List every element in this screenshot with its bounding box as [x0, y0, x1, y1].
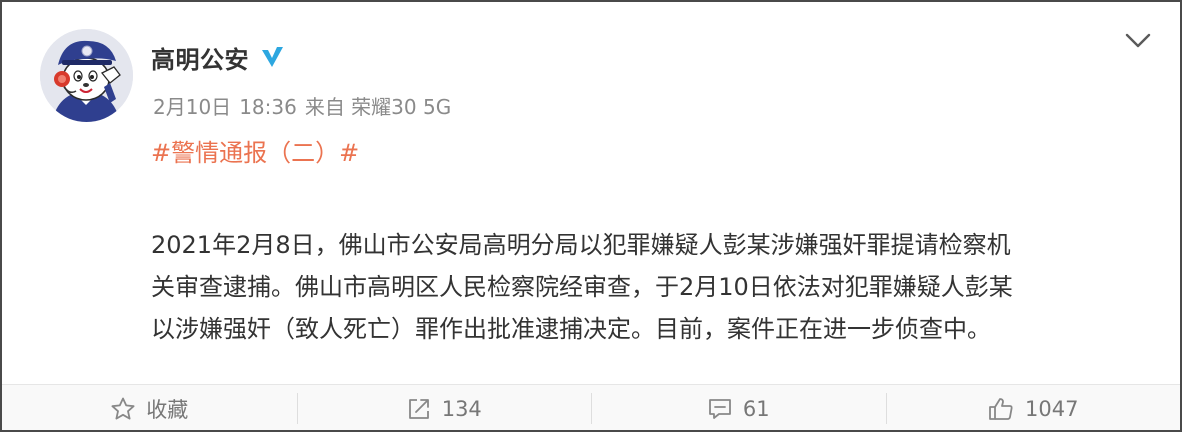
thumbs-up-icon [989, 397, 1013, 420]
comment-count: 61 [742, 396, 770, 421]
like-button[interactable]: 1047 [885, 385, 1181, 430]
like-count: 1047 [1025, 396, 1079, 421]
topic-hashtag-link[interactable]: #警情通报（二）# [151, 133, 359, 168]
comment-button[interactable]: 61 [591, 385, 886, 430]
favorite-button[interactable]: 收藏 [2, 385, 297, 430]
action-bar: 收藏 134 61 1047 [2, 384, 1181, 430]
verified-v-icon [259, 44, 285, 70]
post-body-line: 关审查逮捕。佛山市高明区人民检察院经审查，于2月10日依法对犯罪嫌疑人彭某 [151, 273, 1013, 301]
comment-bubble-icon [708, 398, 731, 419]
post-body-line: 2021年2月8日，佛山市公安局高明分局以犯罪嫌疑人彭某涉嫌强奸罪提请检察机 [151, 231, 1011, 259]
post-menu-button[interactable] [1120, 24, 1156, 58]
avatar[interactable] [40, 29, 133, 122]
post-date[interactable]: 2月10日 [153, 95, 231, 119]
favorite-label: 收藏 [146, 397, 189, 422]
star-icon [111, 397, 135, 419]
author-name[interactable]: 高明公安 [151, 40, 249, 75]
post-body: 2021年2月8日，佛山市公安局高明分局以犯罪嫌疑人彭某涉嫌强奸罪提请检察机 关… [151, 224, 1141, 350]
repost-button[interactable]: 134 [296, 385, 592, 430]
repost-count: 134 [441, 396, 482, 421]
post-body-line: 以涉嫌强奸（致人死亡）罪作出批准逮捕决定。目前，案件正在进一步侦查中。 [151, 315, 991, 343]
post-meta: 2月10日 18:36 来自 荣耀30 5G [153, 91, 451, 120]
share-arrow-icon [408, 398, 429, 419]
post-source: 来自 荣耀30 5G [304, 95, 452, 119]
author-row: 高明公安 [151, 40, 285, 74]
weibo-post-card: 高明公安 2月10日 18:36 来自 荣耀30 5G #警情通报（二）# 2021… [0, 0, 1182, 432]
chevron-down-icon [1125, 33, 1151, 48]
police-mascot-icon [40, 29, 133, 122]
post-time[interactable]: 18:36 [239, 95, 297, 119]
